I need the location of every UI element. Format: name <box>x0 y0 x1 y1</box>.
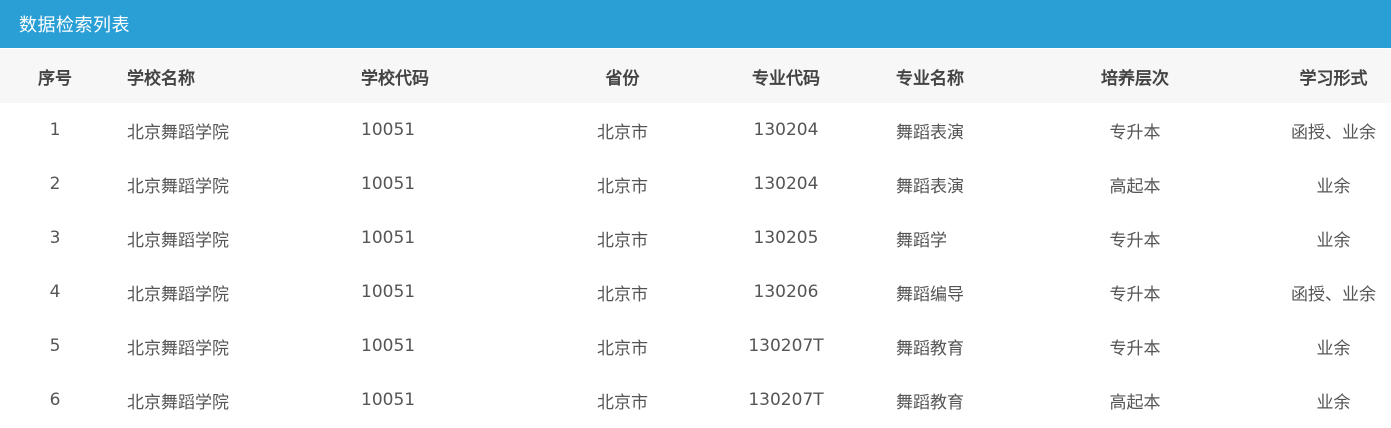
cell-school-code: 10051 <box>361 390 416 410</box>
cell-seq: 1 <box>49 120 61 140</box>
results-table: 序号 学校名称 学校代码 省份 专业代码 专业名称 培养层次 学习形式 1 北京舞… <box>0 49 1391 427</box>
cell-province: 北京市 <box>597 122 648 143</box>
cell-level: 专升本 <box>1109 284 1161 305</box>
cell-level: 高起本 <box>1109 392 1161 413</box>
cell-major-name: 舞蹈教育 <box>896 338 964 359</box>
cell-school-name: 北京舞蹈学院 <box>127 284 229 305</box>
cell-school-code: 10051 <box>361 120 416 140</box>
cell-school-name: 北京舞蹈学院 <box>127 122 229 143</box>
column-header-major-code: 专业代码 <box>752 68 820 89</box>
cell-seq: 4 <box>49 282 61 302</box>
table-row: 5 北京舞蹈学院 10051 北京市 130207T 舞蹈教育 专升本 业余 <box>0 319 1391 373</box>
cell-province: 北京市 <box>597 284 648 305</box>
cell-major-name: 舞蹈教育 <box>896 392 964 413</box>
cell-school-name: 北京舞蹈学院 <box>127 338 229 359</box>
cell-major-name: 舞蹈编导 <box>896 284 964 305</box>
column-header-major-name: 专业名称 <box>896 68 964 89</box>
cell-study-form: 函授、业余 <box>1291 284 1376 305</box>
table-body: 1 北京舞蹈学院 10051 北京市 130204 舞蹈表演 专升本 函授、业余 2 北京舞蹈学院… <box>0 103 1391 427</box>
data-search-panel: 数据检索列表 序号 学校名称 学校代码 省份 专业代码 专业名称 培养层次 学习… <box>0 0 1391 428</box>
header-row: 序号 学校名称 学校代码 省份 专业代码 专业名称 培养层次 学习形式 <box>0 49 1391 103</box>
cell-school-name: 北京舞蹈学院 <box>127 230 229 251</box>
cell-major-name: 舞蹈表演 <box>896 176 964 197</box>
table-row: 2 北京舞蹈学院 10051 北京市 130204 舞蹈表演 高起本 业余 <box>0 157 1391 211</box>
cell-seq: 6 <box>49 390 61 410</box>
cell-level: 专升本 <box>1109 338 1161 359</box>
cell-major-code: 130205 <box>753 228 819 248</box>
panel-title: 数据检索列表 <box>19 15 130 36</box>
cell-study-form: 业余 <box>1316 176 1351 197</box>
cell-school-code: 10051 <box>361 282 416 302</box>
cell-school-code: 10051 <box>361 228 416 248</box>
cell-study-form: 函授、业余 <box>1291 122 1376 143</box>
cell-level: 专升本 <box>1109 230 1161 251</box>
cell-seq: 2 <box>49 174 61 194</box>
cell-province: 北京市 <box>597 392 648 413</box>
cell-major-code: 130204 <box>753 174 819 194</box>
table-row: 6 北京舞蹈学院 10051 北京市 130207T 舞蹈教育 高起本 业余 <box>0 373 1391 427</box>
cell-level: 高起本 <box>1109 176 1161 197</box>
cell-major-name: 舞蹈学 <box>896 230 947 251</box>
cell-seq: 5 <box>49 336 61 356</box>
cell-province: 北京市 <box>597 176 648 197</box>
cell-study-form: 业余 <box>1316 392 1351 413</box>
cell-major-code: 130207T <box>748 336 824 356</box>
column-header-school-code: 学校代码 <box>361 68 429 89</box>
cell-level: 专升本 <box>1109 122 1161 143</box>
cell-school-code: 10051 <box>361 336 416 356</box>
table-row: 1 北京舞蹈学院 10051 北京市 130204 舞蹈表演 专升本 函授、业余 <box>0 103 1391 157</box>
table-row: 4 北京舞蹈学院 10051 北京市 130206 舞蹈编导 专升本 函授、业余 <box>0 265 1391 319</box>
table-header: 序号 学校名称 学校代码 省份 专业代码 专业名称 培养层次 学习形式 <box>0 49 1391 103</box>
column-header-study-form: 学习形式 <box>1299 68 1368 89</box>
table-row: 3 北京舞蹈学院 10051 北京市 130205 舞蹈学 专升本 业余 <box>0 211 1391 265</box>
panel-header: 数据检索列表 <box>0 0 1391 48</box>
cell-major-code: 130207T <box>748 390 824 410</box>
cell-major-name: 舞蹈表演 <box>896 122 964 143</box>
column-header-seq: 序号 <box>38 68 72 89</box>
cell-major-code: 130204 <box>753 120 819 140</box>
cell-major-code: 130206 <box>753 282 819 302</box>
column-header-level: 培养层次 <box>1101 68 1169 89</box>
cell-province: 北京市 <box>597 230 648 251</box>
cell-study-form: 业余 <box>1316 338 1351 359</box>
cell-school-code: 10051 <box>361 174 416 194</box>
cell-seq: 3 <box>49 228 61 248</box>
cell-school-name: 北京舞蹈学院 <box>127 392 229 413</box>
column-header-school-name: 学校名称 <box>127 68 195 89</box>
column-header-province: 省份 <box>605 68 640 89</box>
cell-study-form: 业余 <box>1316 230 1351 251</box>
cell-province: 北京市 <box>597 338 648 359</box>
cell-school-name: 北京舞蹈学院 <box>127 176 229 197</box>
